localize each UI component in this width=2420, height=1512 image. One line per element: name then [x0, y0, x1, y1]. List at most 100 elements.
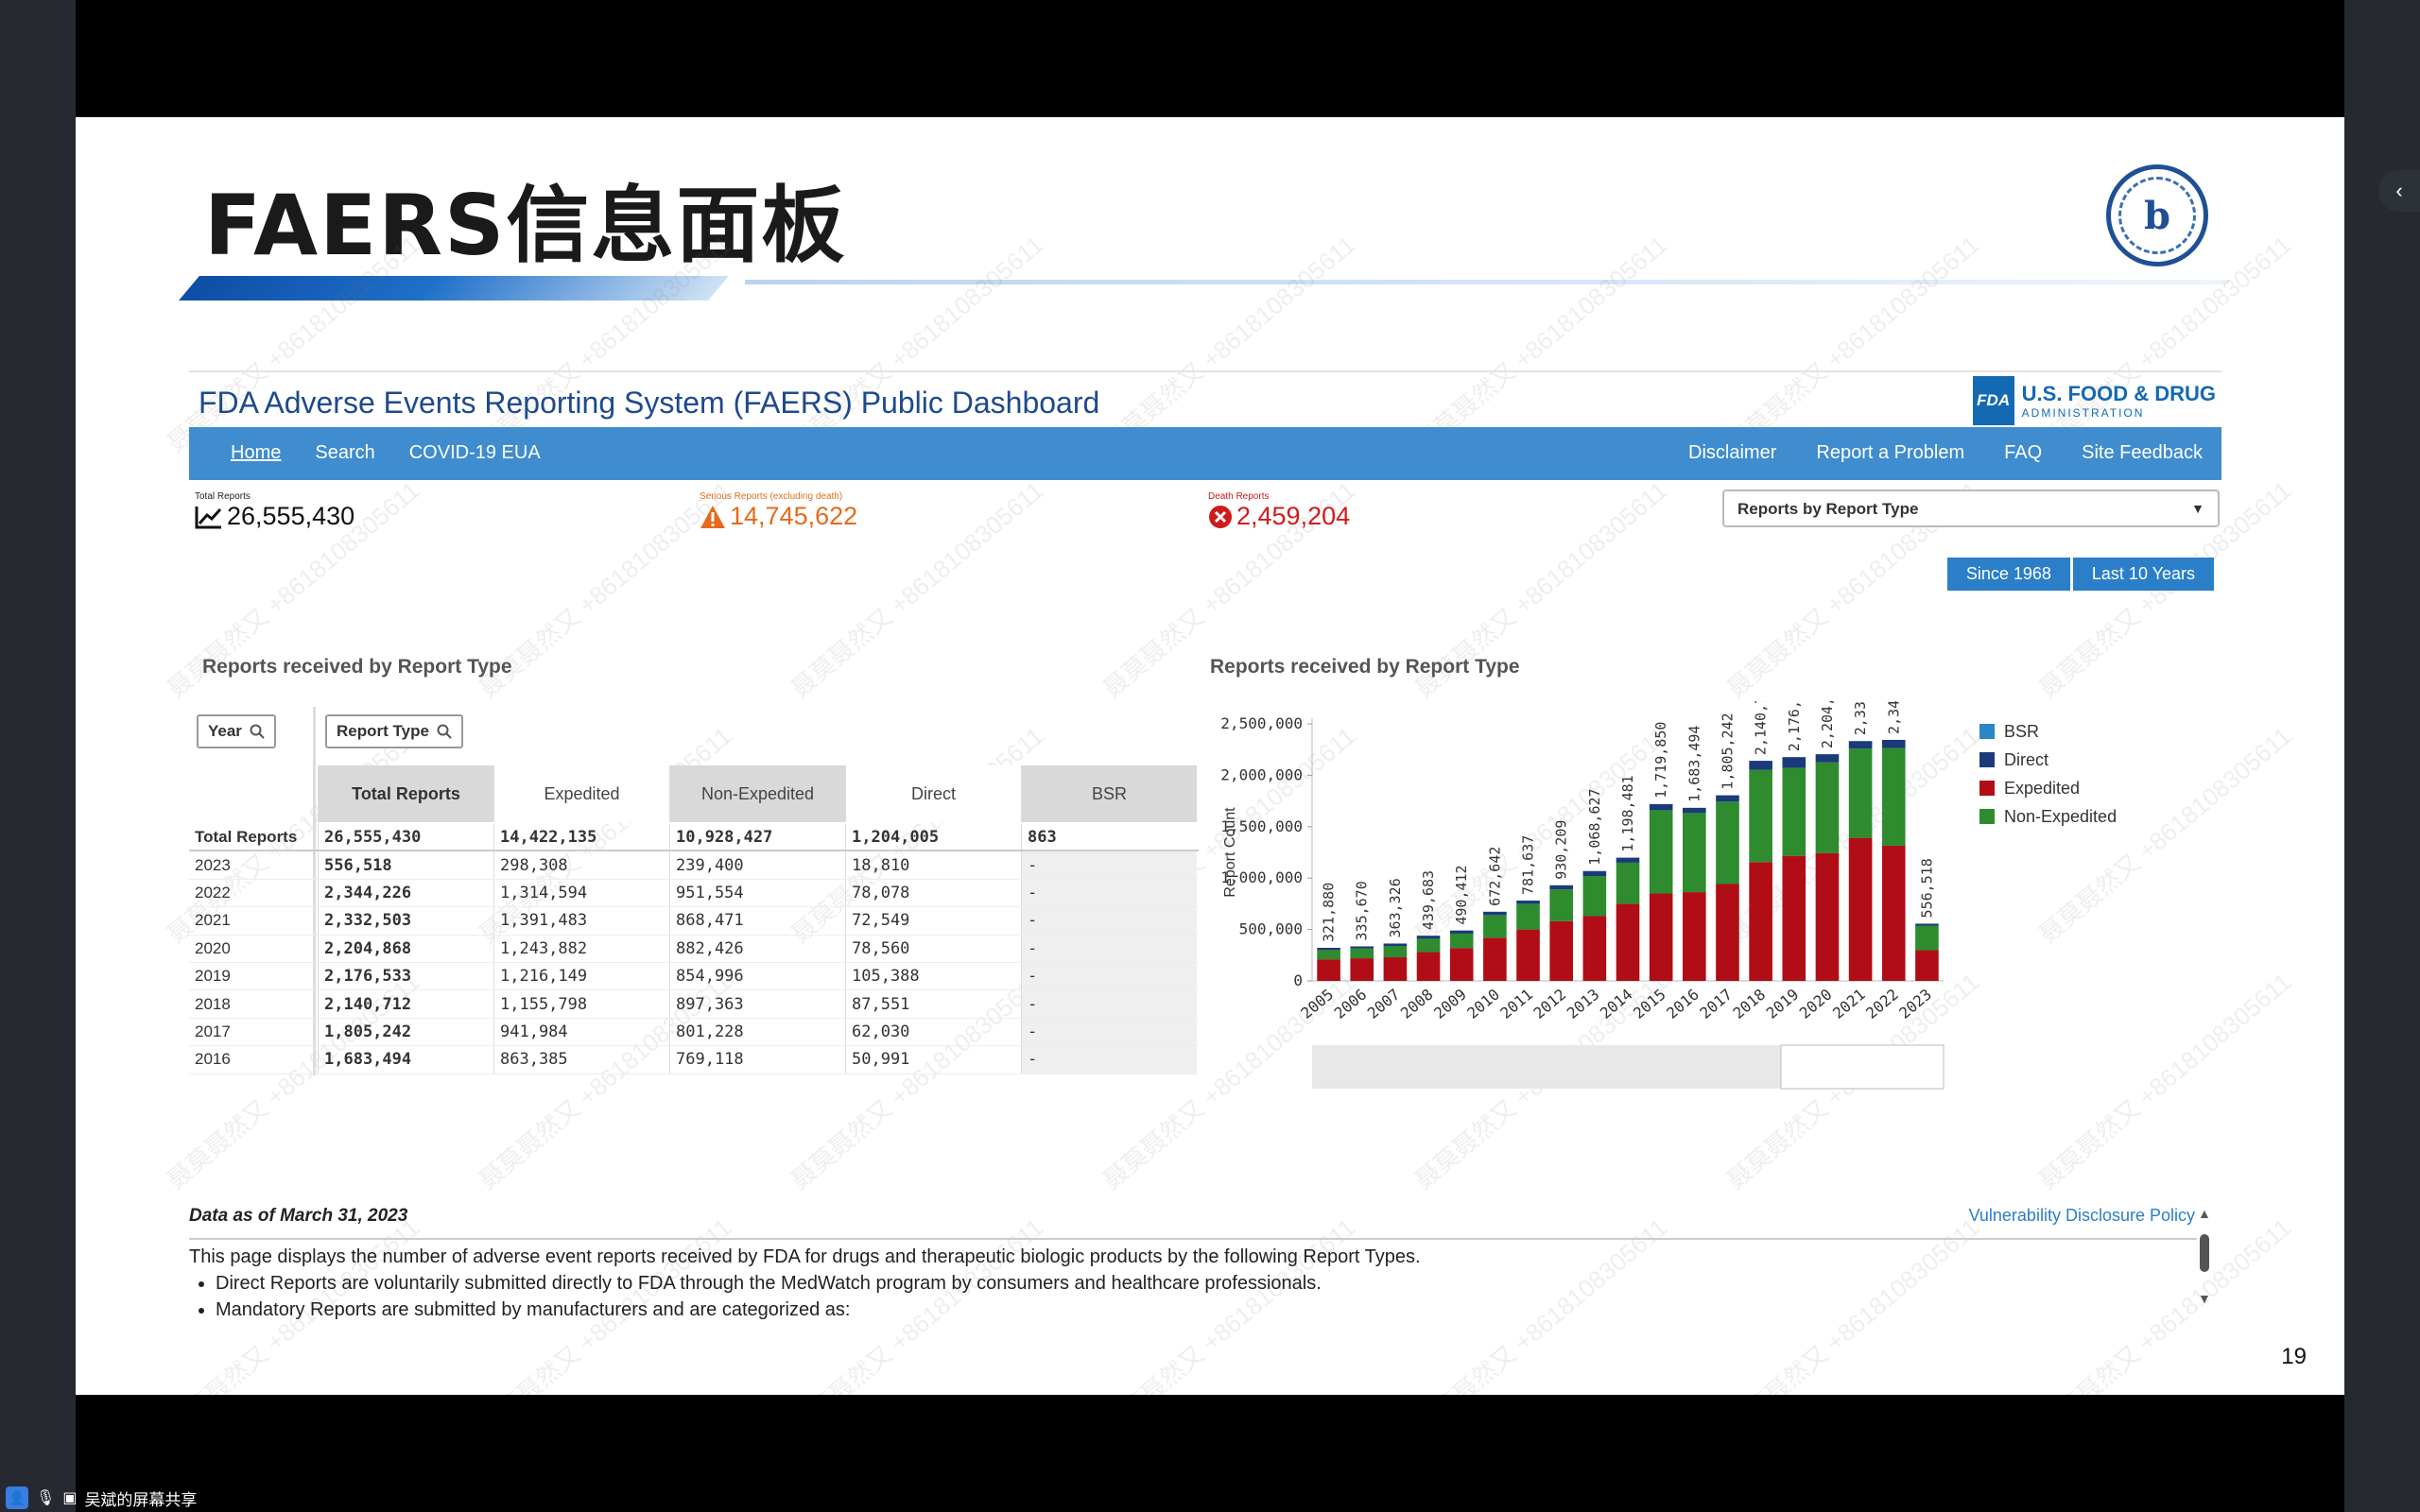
table-row[interactable]: 2016 1,683,494 863,385 769,118 50,991- — [189, 1046, 1199, 1074]
x-tick-label: 2015 — [1630, 986, 1669, 1022]
row-label: 2020 — [195, 938, 231, 957]
nav-faq[interactable]: FAQ — [2004, 442, 2042, 464]
table-cell: 863 — [1021, 824, 1197, 850]
bar-segment-direct — [1749, 761, 1772, 770]
bar-segment-non-expedited — [1483, 915, 1507, 938]
table-row[interactable]: 2018 2,140,712 1,155,798 897,363 87,551- — [189, 990, 1199, 1019]
bar-segment-expedited — [1749, 862, 1772, 981]
nav-search[interactable]: Search — [315, 442, 374, 464]
scroll-down-icon[interactable]: ▼ — [2198, 1291, 2211, 1306]
table-cell: 882,426 — [669, 935, 845, 962]
table-cell: 854,996 — [669, 962, 845, 990]
table-row[interactable]: 2021 2,332,503 1,391,483 868,471 72,549- — [189, 907, 1199, 936]
nav-covid-eua[interactable]: COVID-19 EUA — [409, 442, 541, 464]
x-tick-label: 2018 — [1729, 986, 1769, 1022]
bar-segment-expedited — [1782, 855, 1806, 981]
col-header-total[interactable]: Total Reports — [318, 765, 493, 822]
last-10-years-button[interactable]: Last 10 Years — [2072, 558, 2214, 591]
bar-segment-direct — [1549, 885, 1573, 890]
table-body: Total Reports 26,555,430 14,422,135 10,928,… — [189, 824, 1199, 1074]
bar-segment-non-expedited — [1749, 769, 1772, 863]
row-label: 2021 — [195, 911, 231, 930]
table-cell: 556,518 — [318, 851, 493, 879]
table-row[interactable]: 2022 2,344,226 1,314,594 951,554 78,078- — [189, 879, 1199, 908]
report-type-select[interactable]: Reports by Report Type ▼ — [1722, 490, 2220, 527]
table-cell: 298,308 — [493, 851, 669, 879]
table-row[interactable]: Total Reports 26,555,430 14,422,135 10,928,… — [189, 824, 1199, 852]
description-bullet-mandatory: Mandatory Reports are submitted by manuf… — [216, 1297, 1421, 1323]
bar-segment-direct — [1815, 754, 1840, 763]
bar-segment-non-expedited — [1317, 950, 1340, 960]
legend-label: BSR — [2004, 722, 2039, 741]
bar-segment-non-expedited — [1516, 903, 1540, 930]
nav-report-problem[interactable]: Report a Problem — [1816, 442, 1964, 464]
nav-home[interactable]: Home — [231, 442, 281, 464]
x-tick-label: 2019 — [1763, 986, 1803, 1022]
nav-disclaimer[interactable]: Disclaimer — [1688, 442, 1776, 464]
table-cell: 1,391,483 — [493, 907, 669, 935]
col-header-expedited[interactable]: Expedited — [493, 765, 669, 822]
kpi-total-reports: Total Reports 26,555,430 — [195, 491, 354, 531]
search-icon — [250, 724, 265, 739]
x-tick-label: 2013 — [1564, 986, 1603, 1022]
bar-segment-direct — [1516, 900, 1540, 904]
legend-swatch — [1979, 809, 1995, 824]
col-header-non-expedited[interactable]: Non-Expedited — [669, 765, 845, 822]
nav-site-feedback[interactable]: Site Feedback — [2082, 442, 2203, 464]
caret-down-icon: ▼ — [2191, 501, 2204, 516]
bar-segment-direct — [1716, 795, 1739, 802]
table-cell: 1,314,594 — [493, 879, 669, 907]
bar-segment-expedited — [1350, 958, 1374, 981]
fda-logo-line1: U.S. FOOD & DRUG — [2021, 382, 2216, 405]
bar-segment-expedited — [1582, 916, 1607, 981]
kpi-serious-label: Serious Reports (excluding death) — [700, 491, 843, 502]
bar-segment-expedited — [1683, 892, 1706, 981]
y-tick-label: 500,000 — [1239, 920, 1303, 938]
scroll-up-icon[interactable]: ▲ — [2198, 1206, 2211, 1221]
since-1968-button[interactable]: Since 1968 — [1946, 558, 2070, 591]
x-tick-label: 2014 — [1597, 986, 1636, 1022]
collapse-panel-button[interactable]: ‹ — [2378, 170, 2420, 212]
x-tick-label: 2010 — [1463, 986, 1503, 1022]
screen-share-indicator[interactable]: 👤 🎙 ▣ 吴斌的屏幕共享 — [0, 1484, 227, 1512]
bar-segment-direct — [1582, 870, 1607, 877]
bar-segment-non-expedited — [1782, 767, 1806, 856]
bar-total-label: 556,518 — [1918, 858, 1935, 918]
dashboard-title: FDA Adverse Events Reporting System (FAE… — [199, 386, 1100, 420]
description-intro: This page displays the number of adverse… — [189, 1246, 1421, 1267]
description-scrollbar[interactable]: ▲ ▼ — [2197, 1206, 2212, 1308]
vulnerability-disclosure-link[interactable]: Vulnerability Disclosure Policy — [1969, 1206, 2195, 1226]
table-row[interactable]: 2017 1,805,242 941,984 801,228 62,030- — [189, 1018, 1199, 1047]
table-cell: 1,216,149 — [493, 962, 669, 990]
table-row[interactable]: 2019 2,176,533 1,216,149 854,996 105,388- — [189, 962, 1199, 991]
stacked-bar-chart: 0 500,000 1,000,000 1,500,000 2,000,000 2,500… — [1206, 658, 2221, 1098]
table-row[interactable]: 2020 2,204,868 1,243,882 882,426 78,560- — [189, 935, 1199, 963]
bar-total-label: 2,344,226 — [1885, 701, 1902, 734]
kpi-total-row: 26,555,430 — [195, 502, 354, 531]
col-header-bsr[interactable]: BSR — [1021, 765, 1197, 822]
year-filter-button[interactable]: Year — [197, 714, 276, 748]
col-header-direct[interactable]: Direct — [845, 765, 1021, 822]
table-cell: - — [1021, 907, 1197, 935]
bar-total-label: 2,204,868 — [1819, 701, 1836, 748]
presentation-slide: FAERS信息面板 b 聂莫聂然又 +8618108305611 聂莫聂然又 +8… — [76, 117, 2344, 1395]
microphone-icon: 🎙 — [36, 1490, 56, 1506]
bar-segment-expedited — [1915, 950, 1939, 981]
bar-total-label: 2,332,503 — [1852, 701, 1869, 735]
trend-up-icon — [195, 506, 222, 528]
table-cell: 868,471 — [669, 907, 845, 935]
table-cell: - — [1021, 1046, 1197, 1074]
table-cell: 239,400 — [669, 851, 845, 879]
table-cell: 897,363 — [669, 990, 845, 1018]
description-list: Direct Reports are voluntarily submitted… — [216, 1270, 1421, 1323]
table-cell: 2,344,226 — [318, 879, 493, 907]
x-tick-label: 2016 — [1663, 986, 1703, 1022]
bar-segment-non-expedited — [1616, 862, 1640, 904]
title-underline-bar — [179, 276, 729, 301]
table-row[interactable]: 2023 556,518 298,308 239,400 18,810- — [189, 851, 1199, 880]
kpi-death-reports: Death Reports 2,459,204 — [1208, 491, 1350, 531]
fda-logo[interactable]: FDA U.S. FOOD & DRUG ADMINISTRATION — [1972, 376, 2216, 425]
scroll-thumb[interactable] — [2200, 1234, 2209, 1272]
report-type-filter-button[interactable]: Report Type — [325, 714, 463, 748]
bar-segment-direct — [1317, 947, 1340, 951]
